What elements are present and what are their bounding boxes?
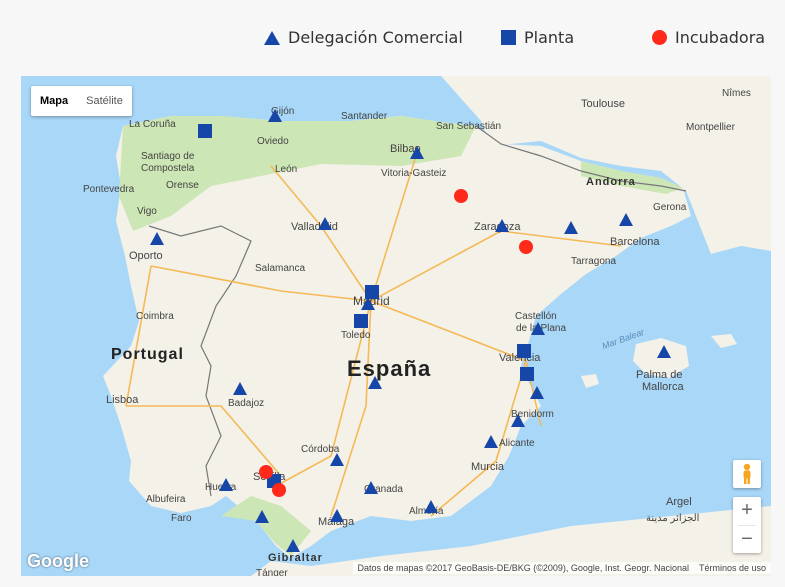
map-label-coimbra: Coimbra bbox=[136, 311, 174, 322]
delegacion-marker[interactable] bbox=[495, 219, 509, 232]
map-label-badajoz: Badajoz bbox=[228, 398, 265, 409]
delegacion-marker[interactable] bbox=[424, 500, 438, 513]
map-label-castellon: Castellón bbox=[515, 311, 557, 322]
planta-marker[interactable] bbox=[365, 285, 379, 299]
map-label-montpellier: Montpellier bbox=[686, 122, 735, 133]
incubadora-marker[interactable] bbox=[454, 189, 468, 203]
map-label-compostela: Compostela bbox=[141, 163, 195, 174]
square-icon bbox=[501, 30, 516, 45]
map-type-satellite-button[interactable]: Satélite bbox=[77, 86, 132, 116]
map-label-albufeira: Albufeira bbox=[146, 494, 186, 505]
incubadora-marker[interactable] bbox=[259, 465, 273, 479]
delegacion-marker[interactable] bbox=[318, 217, 332, 230]
map-label-orense: Orense bbox=[166, 180, 199, 191]
map-label-palma: Palma de bbox=[636, 369, 683, 381]
delegacion-marker[interactable] bbox=[484, 435, 498, 448]
map-label-argel-ar: الجزائر مدينة bbox=[646, 513, 700, 524]
legend-planta-label: Planta bbox=[524, 28, 575, 47]
map-label-vigo: Vigo bbox=[137, 206, 157, 217]
delegacion-marker[interactable] bbox=[268, 109, 282, 122]
map-label-leon: León bbox=[275, 164, 298, 175]
map-label-espana: España bbox=[347, 356, 432, 381]
map-label-toulouse: Toulouse bbox=[581, 98, 626, 110]
legend-incubadora: Incubadora bbox=[652, 28, 765, 47]
map-canvas[interactable]: Portugal España Andorra La Coruña Gijón Santa… bbox=[21, 76, 771, 576]
legend-incubadora-label: Incubadora bbox=[675, 28, 766, 47]
map-label-argel: Argel bbox=[666, 496, 692, 508]
map-attribution: Datos de mapas ©2017 GeoBasis-DE/BKG (©2… bbox=[352, 562, 771, 574]
legend-delegacion: Delegación Comercial bbox=[264, 28, 463, 47]
map-label-san-sebastian: San Sebastián bbox=[436, 121, 502, 132]
map-label-tanger: Tánger bbox=[256, 568, 288, 576]
map-label-portugal: Portugal bbox=[111, 346, 184, 363]
map-label-oporto: Oporto bbox=[129, 250, 163, 262]
map-label-toledo: Toledo bbox=[341, 330, 371, 341]
delegacion-marker[interactable] bbox=[330, 509, 344, 522]
map-label-andorra: Andorra bbox=[586, 176, 636, 188]
map-label-alicante: Alicante bbox=[499, 438, 535, 449]
delegacion-marker[interactable] bbox=[219, 478, 233, 491]
incubadora-marker[interactable] bbox=[272, 483, 286, 497]
map-label-salamanca: Salamanca bbox=[255, 263, 306, 274]
map-label-lisboa: Lisboa bbox=[106, 394, 139, 406]
delegacion-marker[interactable] bbox=[286, 539, 300, 552]
delegacion-marker[interactable] bbox=[150, 232, 164, 245]
delegacion-marker[interactable] bbox=[364, 481, 378, 494]
triangle-icon bbox=[264, 30, 280, 45]
legend-delegacion-label: Delegación Comercial bbox=[288, 28, 463, 47]
delegacion-marker[interactable] bbox=[531, 322, 545, 335]
google-logo[interactable]: Google bbox=[27, 551, 89, 572]
map-label-nimes: Nîmes bbox=[722, 88, 751, 99]
map-label-murcia: Murcia bbox=[471, 461, 505, 473]
delegacion-marker[interactable] bbox=[368, 376, 382, 389]
street-view-pegman[interactable] bbox=[733, 460, 761, 488]
map-legend: Delegación Comercial Planta Incubadora bbox=[0, 0, 785, 76]
planta-marker[interactable] bbox=[517, 344, 531, 358]
zoom-out-button[interactable]: − bbox=[733, 526, 761, 554]
circle-icon bbox=[652, 30, 667, 45]
map-label-santander: Santander bbox=[341, 111, 388, 122]
incubadora-marker[interactable] bbox=[519, 240, 533, 254]
map-label-pontevedra: Pontevedra bbox=[83, 184, 135, 195]
map-label-santiago: Santiago de bbox=[141, 151, 195, 162]
delegacion-marker[interactable] bbox=[564, 221, 578, 234]
pegman-icon bbox=[743, 463, 751, 484]
delegacion-marker[interactable] bbox=[657, 345, 671, 358]
map-label-tarragona: Tarragona bbox=[571, 256, 617, 267]
delegacion-marker[interactable] bbox=[530, 386, 544, 399]
delegacion-marker[interactable] bbox=[233, 382, 247, 395]
map-label-la-coruna: La Coruña bbox=[129, 119, 176, 130]
map-label-mallorca: Mallorca bbox=[642, 381, 684, 393]
planta-marker[interactable] bbox=[520, 367, 534, 381]
map-type-mapa-button[interactable]: Mapa bbox=[31, 86, 77, 116]
delegacion-marker[interactable] bbox=[619, 213, 633, 226]
zoom-in-button[interactable]: + bbox=[733, 497, 761, 525]
delegacion-marker[interactable] bbox=[330, 453, 344, 466]
map-label-faro: Faro bbox=[171, 513, 192, 524]
map-label-gibraltar: Gibraltar bbox=[268, 552, 323, 564]
attribution-text: Datos de mapas ©2017 GeoBasis-DE/BKG (©2… bbox=[357, 563, 689, 573]
planta-marker[interactable] bbox=[354, 314, 368, 328]
delegacion-marker[interactable] bbox=[511, 414, 525, 427]
legend-planta: Planta bbox=[501, 28, 574, 47]
planta-marker[interactable] bbox=[198, 124, 212, 138]
map-type-control: Mapa Satélite bbox=[31, 86, 132, 116]
map-label-vitoria: Vitoria-Gasteiz bbox=[381, 168, 447, 179]
map-label-barcelona: Barcelona bbox=[610, 236, 660, 248]
delegacion-marker[interactable] bbox=[255, 510, 269, 523]
terms-link[interactable]: Términos de uso bbox=[699, 563, 766, 573]
map-label-gerona: Gerona bbox=[653, 202, 687, 213]
zoom-control: + − bbox=[733, 497, 761, 553]
map-label-oviedo: Oviedo bbox=[257, 136, 289, 147]
delegacion-marker[interactable] bbox=[410, 146, 424, 159]
